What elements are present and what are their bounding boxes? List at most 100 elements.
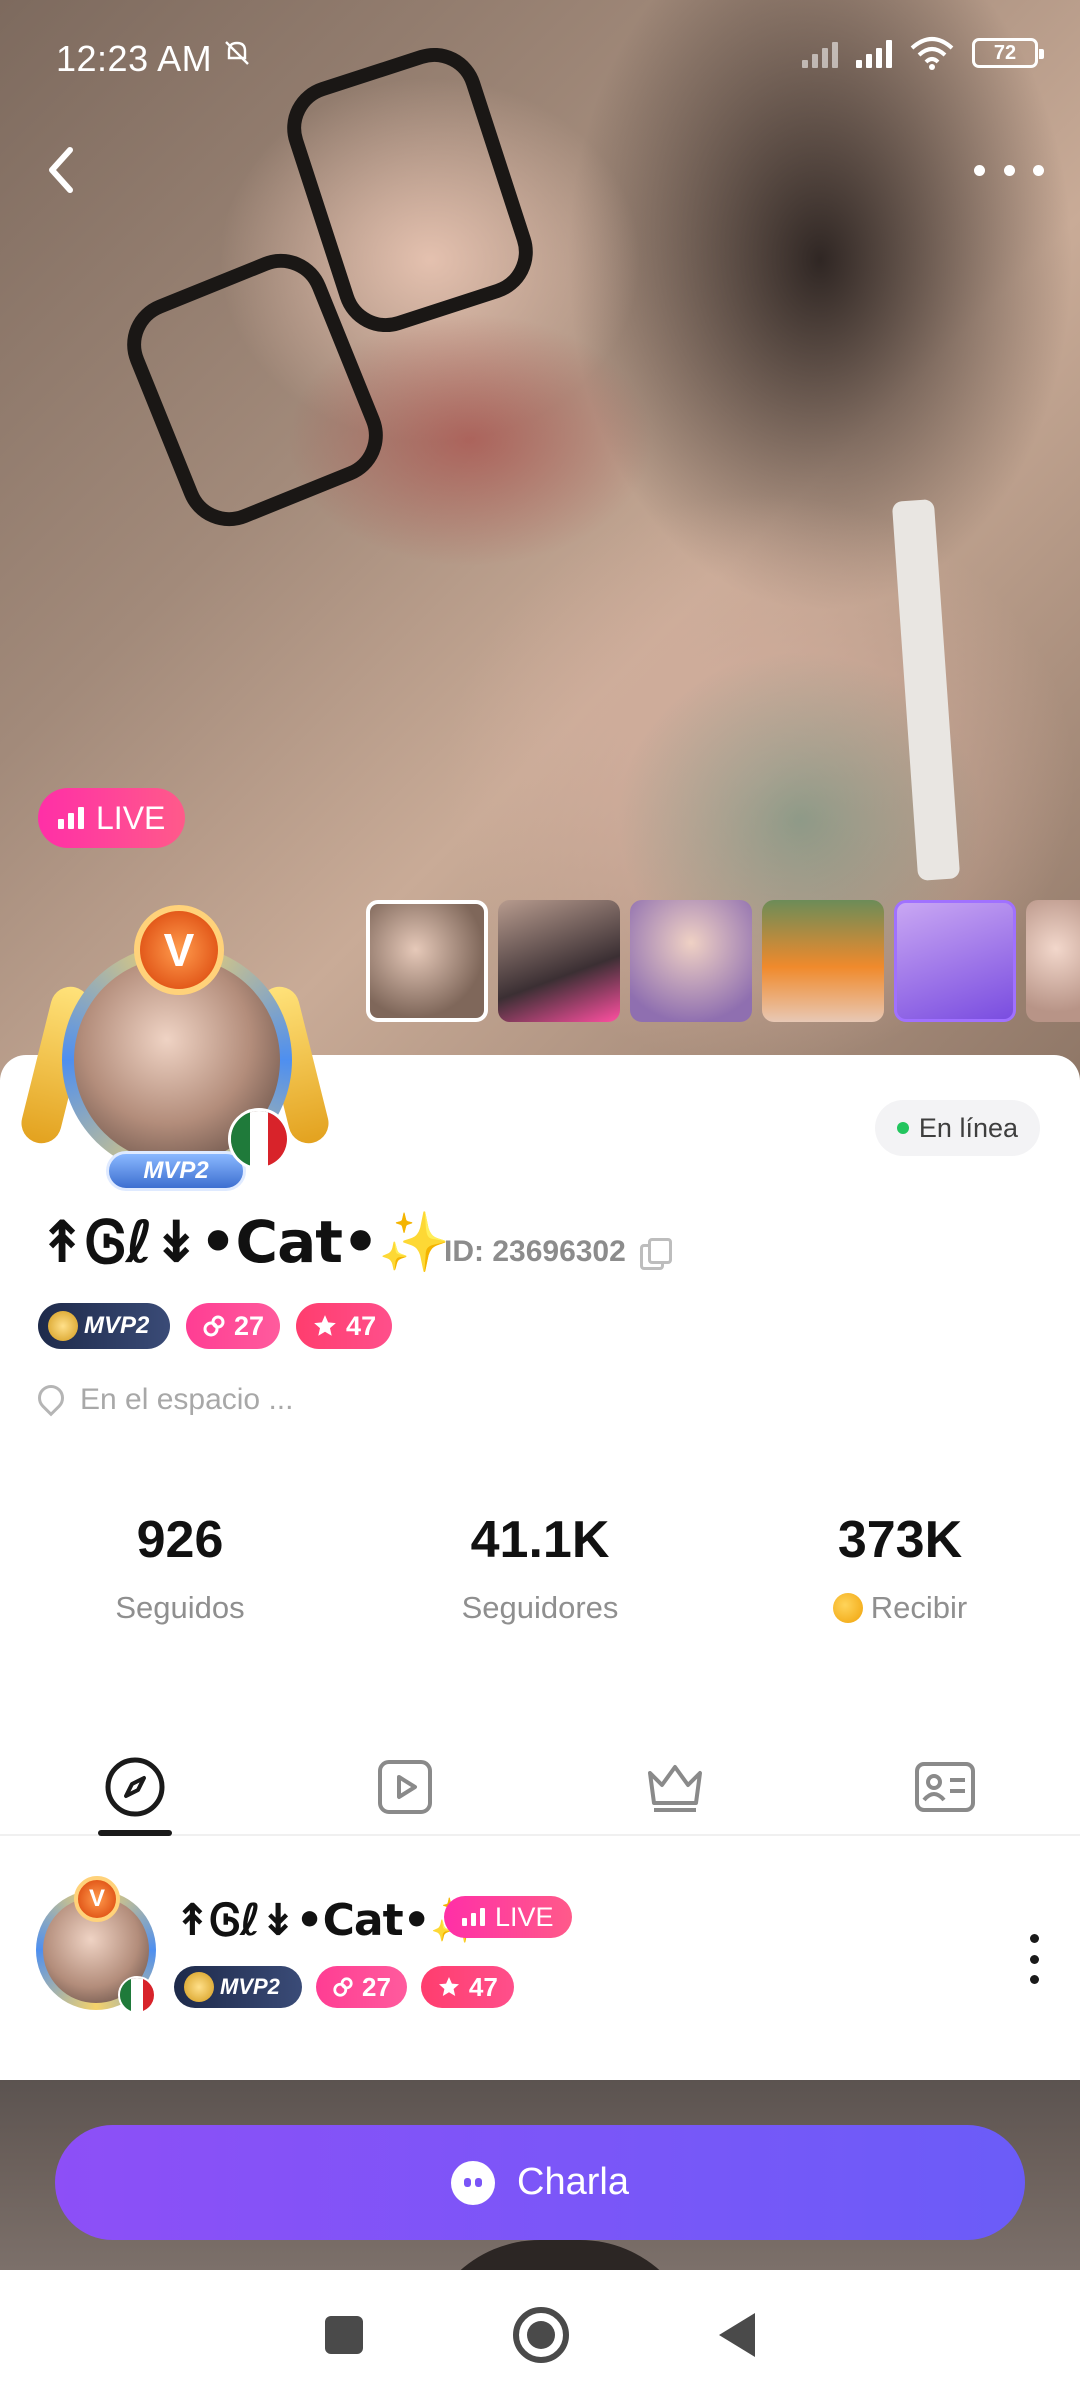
- user-id-label: ID: 23696302: [444, 1235, 626, 1268]
- photo-thumbnail-strip[interactable]: [366, 900, 1080, 1024]
- status-bar: 12:23 AM 72: [0, 0, 1080, 110]
- dnd-off-icon: [222, 38, 252, 76]
- home-icon: [527, 2321, 555, 2349]
- photo-thumbnail[interactable]: [366, 900, 488, 1022]
- vip-level-badge: V: [134, 905, 224, 995]
- tab-videos[interactable]: [270, 1740, 540, 1834]
- mexico-flag-icon: [228, 1108, 290, 1170]
- online-status: En línea: [874, 1100, 1040, 1156]
- system-back-button[interactable]: [719, 2313, 755, 2357]
- flag-stripe: [249, 1111, 269, 1167]
- star-icon: [438, 1977, 459, 1996]
- wing-icon: [184, 1972, 214, 2002]
- mvp-rank-label: MVP2: [84, 1312, 150, 1339]
- wing-icon: [48, 1311, 78, 1341]
- photo-thumbnail[interactable]: [762, 900, 884, 1022]
- stat-received[interactable]: 373K Recibir: [720, 1510, 1080, 1626]
- live-label: LIVE: [495, 1901, 554, 1932]
- link-icon: [203, 1315, 225, 1337]
- mvp-rank-label: MVP2: [220, 1974, 280, 1999]
- more-dot: [1033, 164, 1044, 176]
- tab-honors[interactable]: [540, 1740, 810, 1834]
- stat-label-text: Seguidores: [461, 1590, 619, 1625]
- profile-tabs: [0, 1740, 1080, 1836]
- stat-label-text: Recibir: [870, 1590, 968, 1625]
- post-badges: MVP2 27 47: [174, 1966, 514, 2008]
- avatar-rank-badge: MVP2: [106, 1151, 246, 1191]
- back-button[interactable]: [36, 140, 86, 200]
- more-options-button[interactable]: [974, 150, 1044, 190]
- chevron-left-icon: [49, 147, 73, 193]
- copy-icon[interactable]: [639, 1238, 672, 1270]
- live-badge[interactable]: LIVE: [38, 788, 186, 848]
- chat-bubble-icon: [451, 2160, 496, 2205]
- stat-label: Recibir: [720, 1590, 1080, 1626]
- user-id[interactable]: ID: 23696302: [444, 1235, 672, 1270]
- flag-stripe: [142, 1978, 154, 2012]
- status-time: 12:23 AM: [56, 38, 213, 79]
- mvp-rank-badge: MVP2: [38, 1303, 170, 1349]
- stat-label: Seguidos: [0, 1590, 360, 1626]
- tab-info[interactable]: [810, 1740, 1080, 1834]
- photo-thumbnail[interactable]: [1026, 900, 1080, 1022]
- post-avatar[interactable]: V: [26, 1876, 166, 2026]
- compass-icon: [105, 1757, 165, 1817]
- live-label: LIVE: [96, 799, 166, 836]
- level-value: 27: [234, 1310, 265, 1341]
- battery-icon: 72: [972, 38, 1044, 68]
- more-horizontal-icon: [974, 164, 985, 176]
- link-icon: [333, 1977, 353, 1997]
- live-bars-icon: [58, 807, 84, 829]
- post-live-badge[interactable]: LIVE: [444, 1896, 572, 1938]
- flag-stripe: [120, 1978, 132, 2012]
- crown-icon: [648, 1765, 702, 1812]
- profile-badges: MVP2 27 47: [38, 1303, 393, 1349]
- star-level-value: 47: [468, 1971, 498, 2002]
- photo-thumbnail[interactable]: [894, 900, 1016, 1022]
- coin-icon: [832, 1593, 863, 1623]
- mvp-rank-badge: MVP2: [174, 1966, 302, 2008]
- more-dot: [1029, 1954, 1039, 1964]
- stat-value: 41.1K: [470, 1511, 610, 1569]
- recent-apps-button[interactable]: [325, 2316, 363, 2354]
- online-dot-icon: [896, 1122, 909, 1134]
- online-status-label: En línea: [918, 1112, 1018, 1143]
- signal-icon: [856, 38, 892, 68]
- strap-shape: [891, 498, 961, 882]
- chat-button[interactable]: Charla: [55, 2125, 1025, 2240]
- level-value: 27: [362, 1971, 391, 2002]
- stat-followers[interactable]: 41.1K Seguidores: [360, 1510, 720, 1626]
- post-author-name: ↟Ꮆℓ↡•Cat•✨: [174, 1895, 485, 1946]
- tab-moments[interactable]: [0, 1740, 270, 1836]
- id-card-icon: [915, 1762, 975, 1812]
- profile-stats: 926 Seguidos 41.1K Seguidores 373K Recib…: [0, 1510, 1080, 1626]
- level-badge: 27: [186, 1303, 281, 1349]
- stat-following[interactable]: 926 Seguidos: [0, 1510, 360, 1626]
- location: En el espacio ...: [38, 1383, 293, 1417]
- location-label: En el espacio ...: [80, 1383, 294, 1416]
- level-badge: 27: [316, 1966, 407, 2008]
- mexico-flag-icon: [118, 1976, 156, 2014]
- video-play-icon: [378, 1760, 432, 1814]
- post-more-button[interactable]: [1024, 1934, 1044, 1984]
- live-bars-icon: [462, 1908, 485, 1926]
- home-button[interactable]: [513, 2307, 569, 2363]
- battery-level: 72: [993, 41, 1017, 64]
- photo-thumbnail[interactable]: [630, 900, 752, 1022]
- star-level-badge: 47: [296, 1303, 393, 1349]
- star-icon: [314, 1315, 336, 1336]
- vip-level-badge: V: [74, 1876, 120, 1922]
- stat-label-text: Seguidos: [115, 1590, 245, 1625]
- moment-post[interactable]: V ↟Ꮆℓ↡•Cat•✨ LIVE MVP2 27 47: [0, 1850, 1080, 2080]
- more-vertical-icon: [1029, 1934, 1039, 1943]
- stat-value: 373K: [837, 1511, 963, 1569]
- stat-value: 926: [136, 1511, 224, 1569]
- stat-label: Seguidores: [360, 1590, 720, 1626]
- more-dot: [1003, 164, 1015, 176]
- wifi-icon: [910, 36, 954, 70]
- system-navigation-bar: [0, 2270, 1080, 2400]
- flag-stripe: [131, 1978, 143, 2012]
- star-level-value: 47: [346, 1310, 377, 1341]
- location-pin-icon: [38, 1385, 62, 1415]
- photo-thumbnail[interactable]: [498, 900, 620, 1022]
